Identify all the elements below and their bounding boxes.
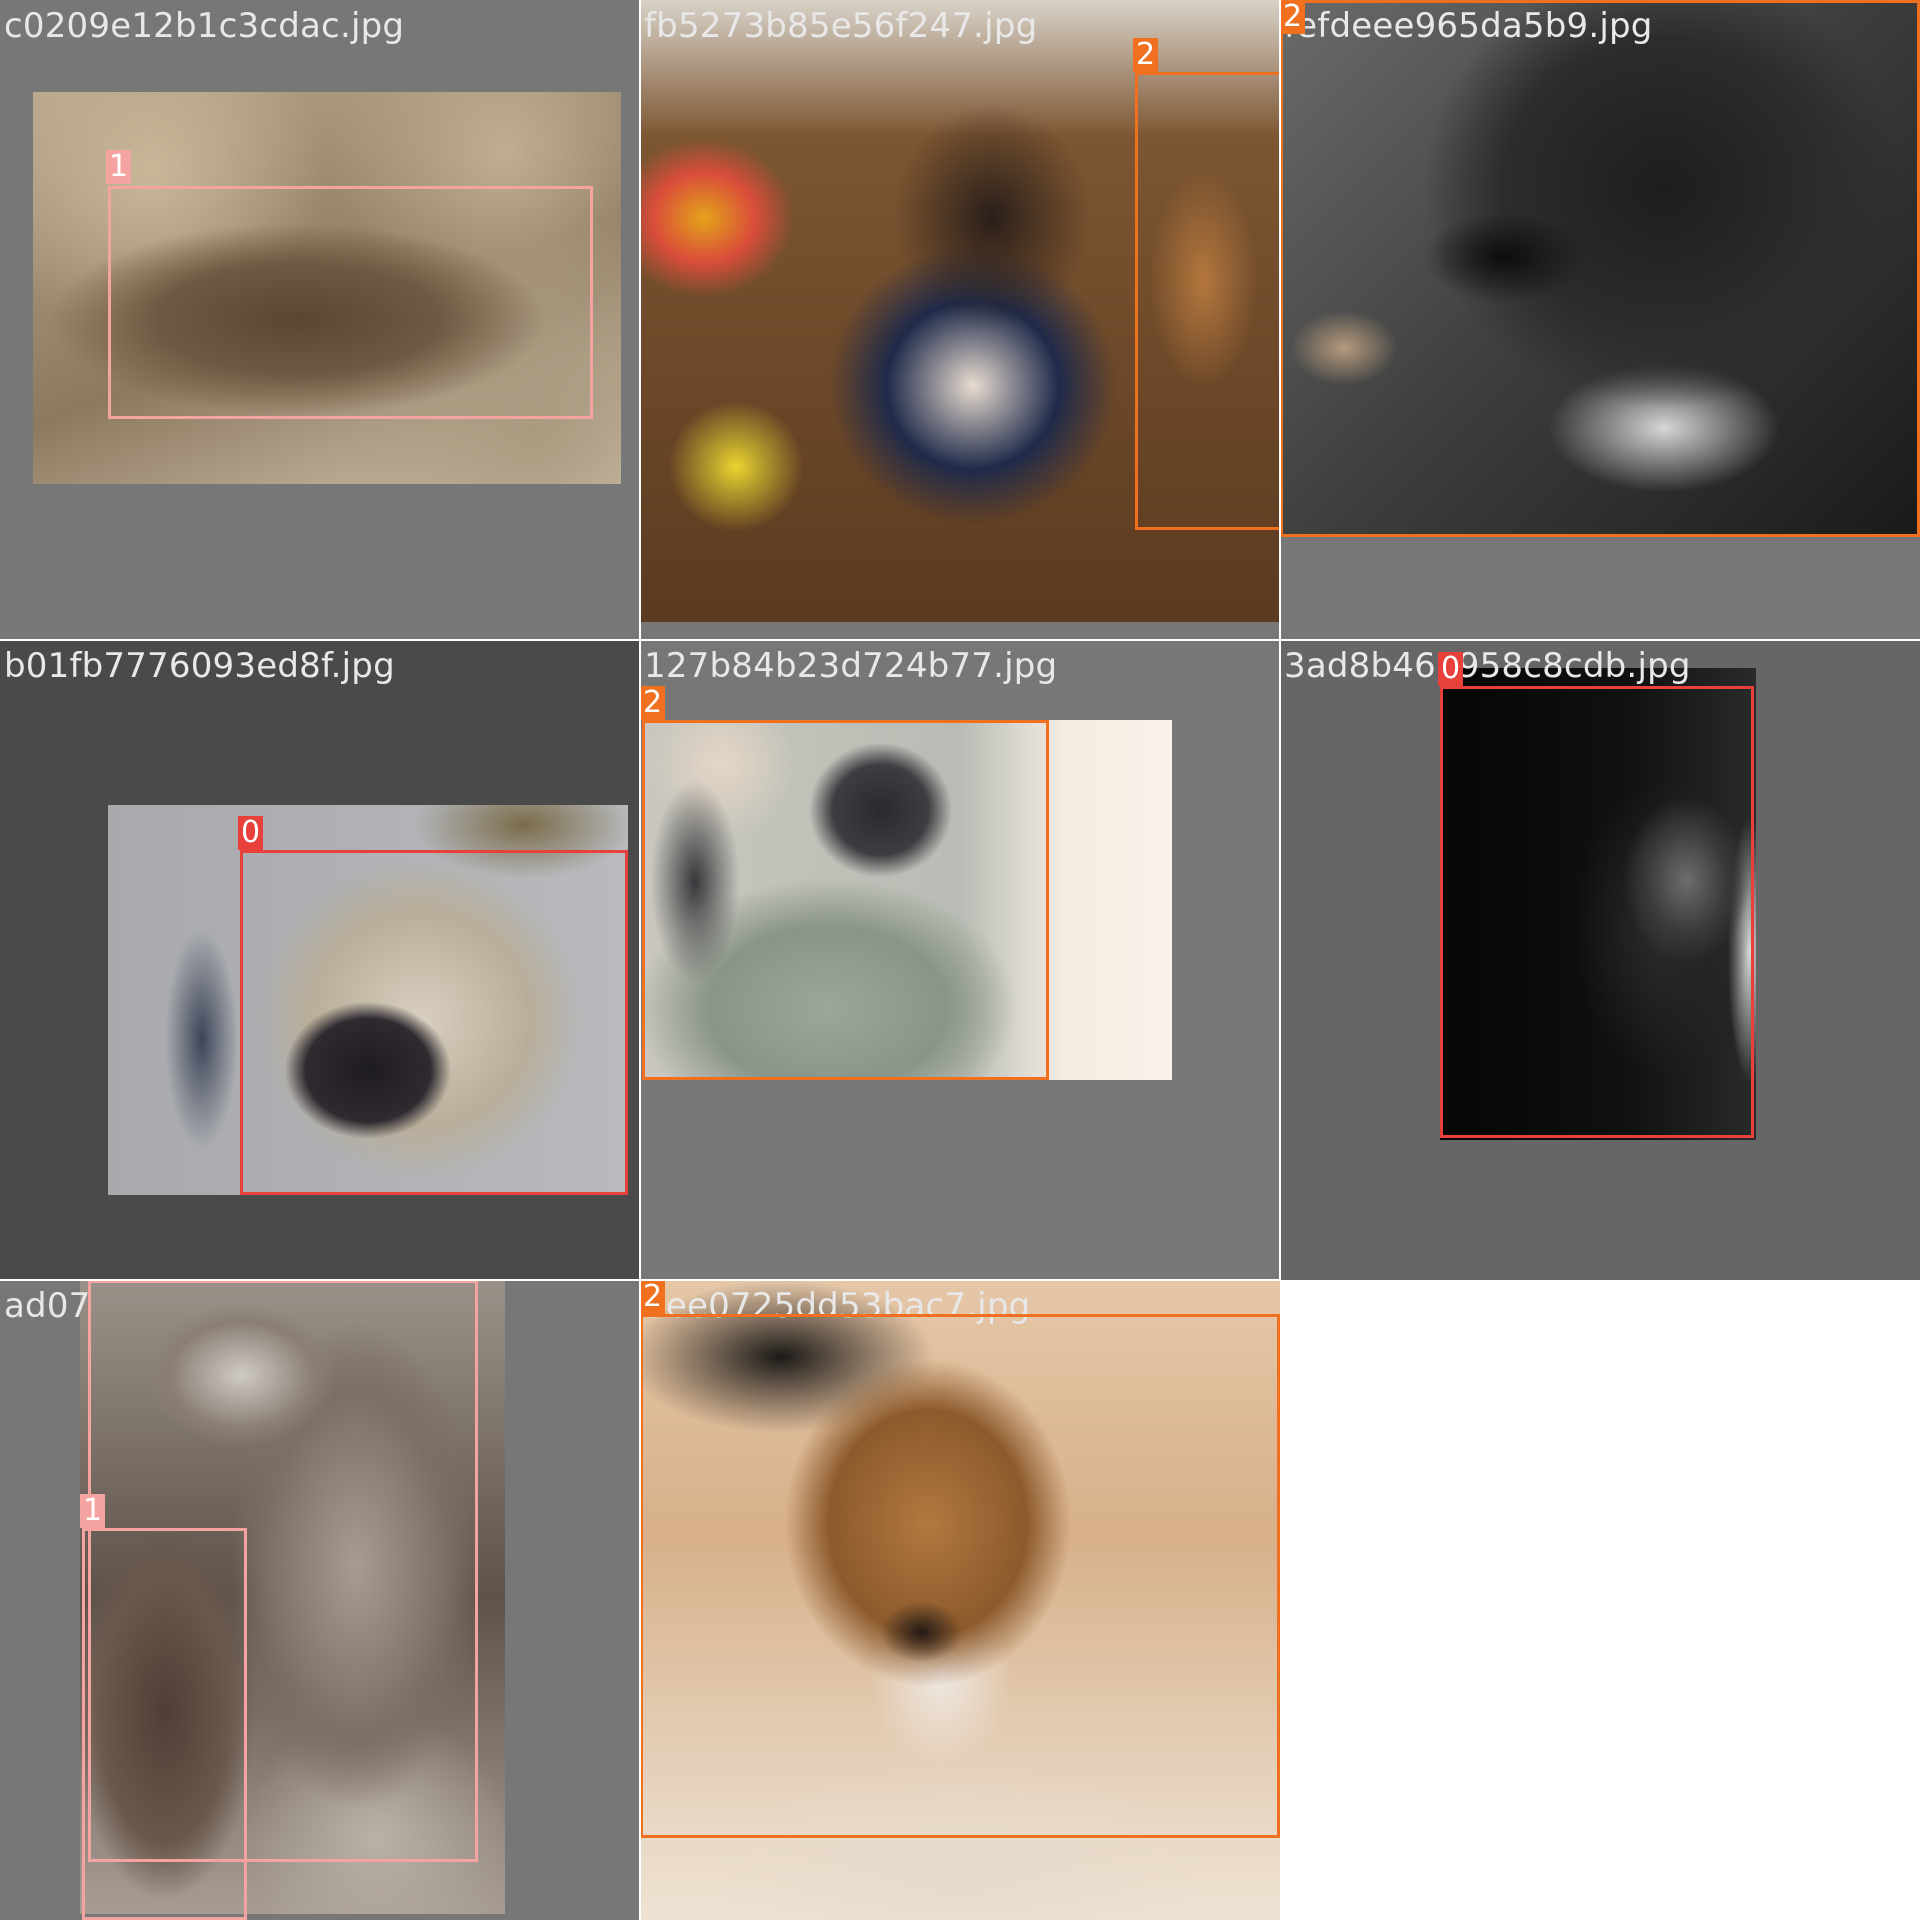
bbox-class-0 <box>240 850 628 1195</box>
class-tag: 1 <box>80 1494 106 1528</box>
bbox-class-1 <box>82 1528 247 1920</box>
grid-separator <box>639 0 641 1920</box>
class-tag: 2 <box>640 686 666 720</box>
grid-cell-5: 127b84b23d724b77.jpg 2 <box>640 640 1280 1280</box>
filename-label: c0209e12b1c3cdac.jpg <box>4 6 405 46</box>
class-tag: 2 <box>640 1280 666 1314</box>
filename-label: fb5273b85e56f247.jpg <box>644 6 1038 46</box>
filename-label: ad07 <box>4 1286 91 1326</box>
bbox-class-2 <box>640 1314 1280 1838</box>
grid-cell-8: 9ee0725dd53bac7.jpg 2 <box>640 1280 1280 1920</box>
filename-label: 127b84b23d724b77.jpg <box>644 646 1058 686</box>
grid-cell-6: 3ad8b460958c8cdb.jpg 0 <box>1280 640 1920 1280</box>
filename-label: b01fb7776093ed8f.jpg <box>4 646 395 686</box>
class-tag: 1 <box>106 150 132 184</box>
class-tag: 0 <box>1438 652 1464 686</box>
bbox-class-2 <box>1280 0 1920 537</box>
grid-cell-7: ad07 1 1 <box>0 1280 640 1920</box>
grid-cell-4: b01fb7776093ed8f.jpg 0 <box>0 640 640 1280</box>
grid-cell-1: c0209e12b1c3cdac.jpg 1 <box>0 0 640 640</box>
bbox-class-2 <box>1135 72 1280 530</box>
bbox-class-1 <box>108 186 593 419</box>
bbox-class-2 <box>642 720 1049 1080</box>
grid-separator <box>0 639 1920 641</box>
grid-separator <box>0 1279 1280 1281</box>
class-tag: 0 <box>238 816 264 850</box>
class-tag: 2 <box>1133 38 1159 72</box>
filename-label: 3ad8b460958c8cdb.jpg <box>1284 646 1691 686</box>
class-tag: 2 <box>1280 0 1306 34</box>
grid-cell-3: fefdeee965da5b9.jpg 2 <box>1280 0 1920 640</box>
grid-cell-2: fb5273b85e56f247.jpg 2 <box>640 0 1280 640</box>
bbox-class-0 <box>1440 686 1754 1138</box>
